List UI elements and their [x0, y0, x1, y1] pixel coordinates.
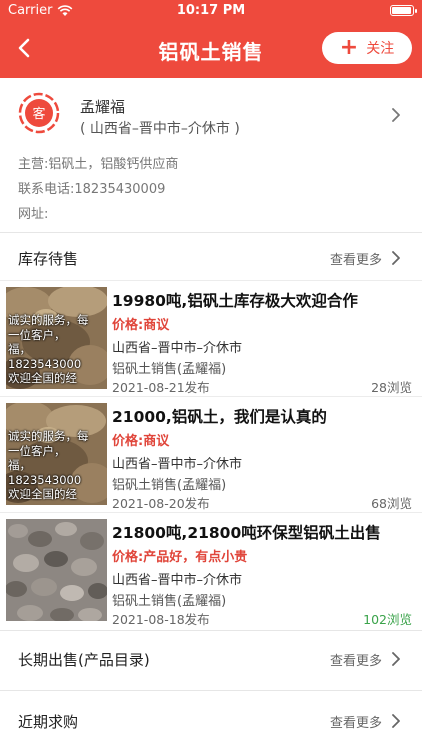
listing-views: 68浏览: [371, 496, 412, 511]
listing-date: 2021-08-18发布: [112, 612, 210, 627]
listing-thumbnail: 诚实的服务，每 一位客户， 福， 1823543000 欢迎全国的经: [6, 287, 107, 389]
listing-price: 价格:商议: [112, 434, 170, 449]
section-title: 长期出售(产品目录): [18, 651, 150, 669]
chevron-right-icon: [392, 108, 400, 122]
avatar: 客: [18, 92, 60, 134]
listing-date: 2021-08-21发布: [112, 380, 210, 395]
see-more-link[interactable]: 查看更多: [330, 712, 382, 731]
listing-title: 19980吨,铝矾土库存极大欢迎合作: [112, 292, 358, 310]
listing-title: 21000,铝矾土，我们是认真的: [112, 408, 327, 426]
chevron-right-icon: [392, 251, 400, 265]
plus-icon: +: [339, 35, 359, 60]
status-bar: Carrier 10:17 PM: [0, 0, 422, 22]
chevron-right-icon: [392, 652, 400, 666]
listing-item[interactable]: 21800吨,21800吨环保型铝矾土出售 价格:产品好，有点小贵 山西省–晋中…: [0, 512, 422, 628]
avatar-text: 客: [32, 106, 45, 122]
status-time: 10:17 PM: [176, 3, 246, 18]
page-title: 铝矾土销售: [158, 40, 264, 64]
section-long-term[interactable]: 长期出售(产品目录) 查看更多: [0, 630, 422, 690]
app-header: Carrier 10:17 PM 铝矾土销售 + 关注: [0, 0, 422, 78]
listing-price: 价格:商议: [112, 318, 170, 333]
listing-item[interactable]: 诚实的服务，每 一位客户， 福， 1823543000 欢迎全国的经 19980…: [0, 280, 422, 396]
listing-thumbnail: 诚实的服务，每 一位客户， 福， 1823543000 欢迎全国的经: [6, 403, 107, 505]
thumbnail-watermark: 诚实的服务，每 一位客户， 福， 1823543000 欢迎全国的经: [8, 429, 89, 501]
section-title: 库存待售: [18, 250, 79, 268]
battery-icon: [390, 5, 417, 16]
battery-level: [392, 7, 411, 14]
listing-date: 2021-08-20发布: [112, 496, 210, 511]
follow-label: 关注: [366, 41, 395, 57]
listing-title: 21800吨,21800吨环保型铝矾土出售: [112, 524, 381, 542]
section-title: 近期求购: [18, 713, 79, 731]
listing-views: 102浏览: [363, 612, 412, 627]
seller-name: 孟耀福: [80, 98, 126, 116]
listing-seller: 铝矾土销售(孟耀福): [112, 362, 227, 377]
listing-location: 山西省–晋中市–介休市: [112, 457, 243, 472]
seller-region: ( 山西省–晋中市–介休市 ): [80, 121, 240, 137]
section-inventory[interactable]: 库存待售 查看更多: [0, 232, 422, 282]
contact-phone[interactable]: 联系电话:18235430009: [18, 178, 165, 197]
chevron-left-icon: [18, 38, 30, 58]
website: 网址:: [18, 207, 49, 222]
thumbnail-watermark: 诚实的服务，每 一位客户， 福， 1823543000 欢迎全国的经: [8, 313, 89, 385]
see-more-link[interactable]: 查看更多: [330, 650, 382, 669]
back-button[interactable]: [10, 34, 38, 62]
seller-profile[interactable]: 客 孟耀福 ( 山西省–晋中市–介休市 ): [0, 78, 422, 154]
listing-views: 28浏览: [371, 380, 412, 395]
listing-location: 山西省–晋中市–介休市: [112, 341, 243, 356]
listing-seller: 铝矾土销售(孟耀福): [112, 478, 227, 493]
section-recent-requests[interactable]: 近期求购 查看更多: [0, 690, 422, 750]
chevron-right-icon: [392, 714, 400, 728]
listing-item[interactable]: 诚实的服务，每 一位客户， 福， 1823543000 欢迎全国的经 21000…: [0, 396, 422, 512]
business-scope: 主营:铝矾土，铝酸钙供应商: [18, 157, 179, 172]
listing-price: 价格:产品好，有点小贵: [112, 550, 248, 565]
listing-location: 山西省–晋中市–介休市: [112, 573, 243, 588]
listing-seller: 铝矾土销售(孟耀福): [112, 594, 227, 609]
see-more-link[interactable]: 查看更多: [330, 249, 382, 268]
follow-button[interactable]: + 关注: [322, 32, 412, 64]
listing-thumbnail: [6, 519, 107, 621]
